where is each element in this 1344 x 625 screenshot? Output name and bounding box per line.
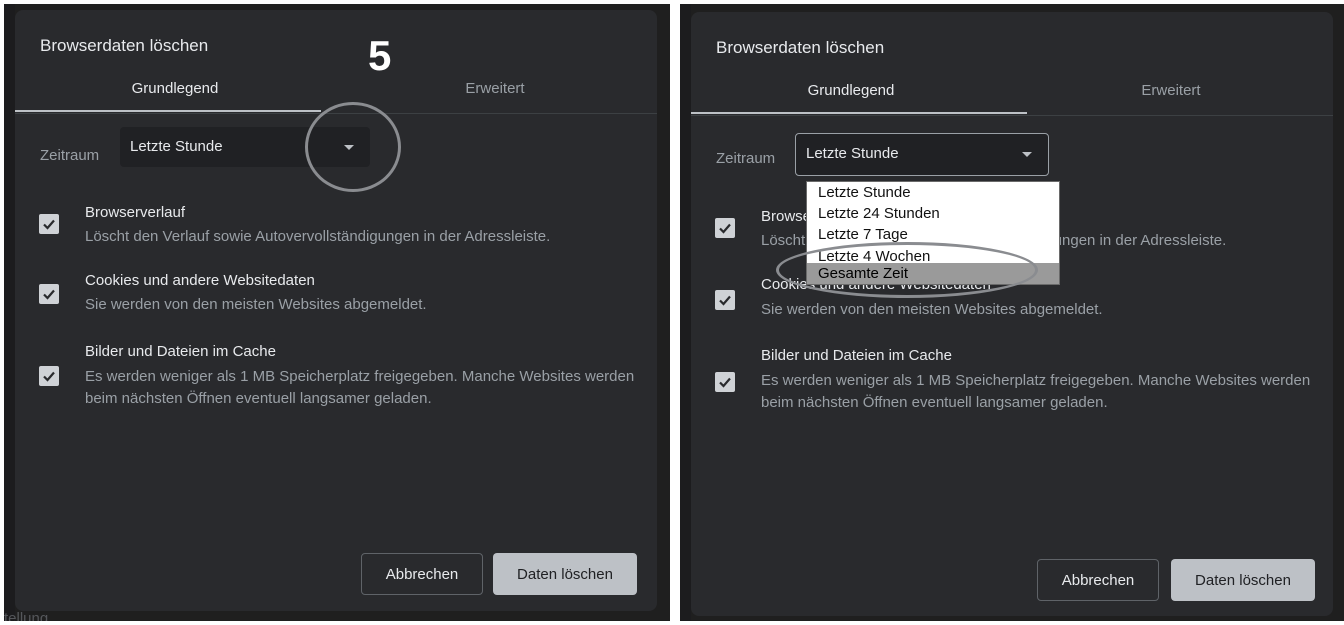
- time-range-value: Letzte Stunde: [130, 138, 223, 155]
- checkbox-cache[interactable]: [39, 366, 59, 386]
- dialog-title: Browserdaten löschen: [716, 38, 885, 57]
- item-title-browsing-history: Browserverlauf: [85, 204, 186, 221]
- screenshot-step-6: Browserdaten löschen Grundlegend Erweite…: [680, 4, 1344, 621]
- tab-advanced[interactable]: Erweitert: [335, 80, 655, 97]
- item-desc-browsing-history: Löscht den Verlauf sowie Autovervollstän…: [85, 228, 551, 245]
- dropdown-option[interactable]: Letzte Stunde: [807, 182, 1059, 203]
- checkbox-cookies[interactable]: [39, 284, 59, 304]
- step-number: 6: [1003, 202, 1027, 249]
- highlight-ellipse: [776, 242, 1038, 298]
- check-icon: [719, 295, 731, 306]
- background-page-strip: [4, 4, 15, 621]
- check-icon: [43, 289, 55, 300]
- item-title-cookies: Cookies und andere Websitedaten: [85, 272, 315, 289]
- time-range-label: Zeitraum: [716, 150, 776, 167]
- step-number: 5: [368, 32, 392, 79]
- clear-browsing-data-dialog: Browserdaten löschen Grundlegend Erweite…: [691, 12, 1333, 616]
- tab-advanced[interactable]: Erweitert: [1011, 82, 1331, 99]
- check-icon: [719, 377, 731, 388]
- tab-basic[interactable]: Grundlegend: [691, 82, 1011, 99]
- item-desc-cookies: Sie werden von den meisten Websites abge…: [761, 301, 1103, 318]
- background-page-strip: [680, 4, 691, 621]
- check-icon: [719, 223, 731, 234]
- background-text: tellung: [4, 610, 49, 621]
- cancel-button[interactable]: Abbrechen: [1037, 559, 1159, 601]
- time-range-select[interactable]: Letzte Stunde: [795, 133, 1049, 176]
- item-desc-cache: Es werden weniger als 1 MB Speicherplatz…: [85, 368, 635, 407]
- time-range-value: Letzte Stunde: [806, 145, 899, 162]
- tab-basic[interactable]: Grundlegend: [15, 80, 335, 97]
- dropdown-arrow-icon[interactable]: [1022, 152, 1032, 157]
- clear-data-button[interactable]: Daten löschen: [493, 553, 637, 595]
- check-icon: [43, 219, 55, 230]
- active-tab-indicator: [15, 110, 321, 112]
- checkbox-cookies[interactable]: [715, 290, 735, 310]
- highlight-circle: [305, 102, 401, 192]
- item-title-cache: Bilder und Dateien im Cache: [761, 347, 952, 364]
- item-title-cache: Bilder und Dateien im Cache: [85, 343, 276, 360]
- checkbox-browsing-history[interactable]: [39, 214, 59, 234]
- item-desc-cookies: Sie werden von den meisten Websites abge…: [85, 296, 427, 313]
- checkbox-browsing-history[interactable]: [715, 218, 735, 238]
- clear-browsing-data-dialog: Browserdaten löschen Grundlegend Erweite…: [15, 10, 657, 611]
- cancel-button[interactable]: Abbrechen: [361, 553, 483, 595]
- tab-divider: [691, 115, 1333, 116]
- dialog-title: Browserdaten löschen: [40, 36, 209, 55]
- time-range-label: Zeitraum: [40, 147, 100, 164]
- item-desc-cache: Es werden weniger als 1 MB Speicherplatz…: [761, 372, 1311, 411]
- screenshot-step-5: tellung Browserdaten löschen Grundlegend…: [4, 4, 670, 621]
- clear-data-button[interactable]: Daten löschen: [1171, 559, 1315, 601]
- check-icon: [43, 371, 55, 382]
- active-tab-indicator: [691, 112, 1027, 114]
- checkbox-cache[interactable]: [715, 372, 735, 392]
